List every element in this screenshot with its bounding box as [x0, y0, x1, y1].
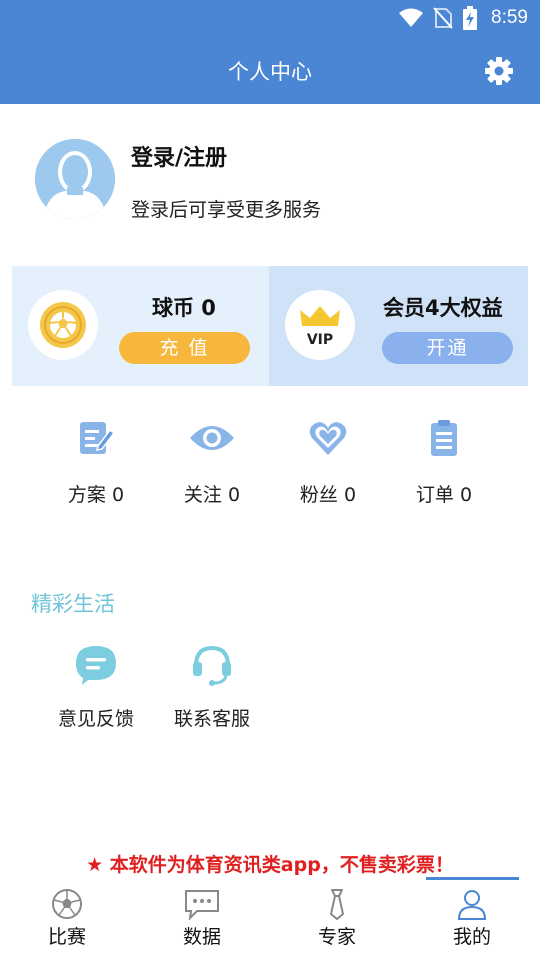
vip-card[interactable]: VIP 会员4大权益 开通 [269, 266, 528, 386]
status-time: 8:59 [491, 7, 528, 28]
profile-section[interactable]: 登录/注册 登录后可享受更多服务 [0, 104, 540, 264]
tab-data-label: 数据 [182, 926, 221, 948]
tab-matches-label: 比赛 [47, 926, 86, 948]
tab-data[interactable]: 数据 [147, 888, 257, 949]
chat-bubble-icon [185, 890, 219, 920]
tab-matches[interactable]: 比赛 [12, 888, 122, 949]
tab-mine[interactable]: 我的 [417, 888, 527, 949]
no-sim-icon [433, 7, 453, 29]
tab-experts[interactable]: 专家 [282, 888, 392, 949]
section-title: 精彩生活 [31, 592, 115, 616]
stat-follow[interactable]: 关注 0 [157, 418, 267, 507]
service-support-label: 联系客服 [173, 708, 250, 730]
service-feedback[interactable]: 意见反馈 [41, 644, 151, 731]
stat-fans[interactable]: 粉丝 0 [273, 418, 383, 507]
eye-icon [190, 426, 234, 450]
battery-charging-icon [463, 6, 478, 30]
stat-plan[interactable]: 方案 0 [41, 418, 151, 507]
stat-fans-label: 粉丝 0 [299, 484, 357, 506]
recharge-button[interactable]: 充 值 [119, 332, 250, 364]
services-row: 意见反馈 联系客服 [0, 644, 540, 744]
vip-logo: VIP [285, 290, 355, 360]
tab-experts-label: 专家 [317, 926, 356, 948]
coin-card[interactable]: 球币 0 充 值 [12, 266, 269, 386]
benefit-cards: 球币 0 充 值 VIP 会员4大权益 开通 [12, 266, 528, 386]
service-feedback-label: 意见反馈 [57, 708, 134, 730]
stat-follow-label: 关注 0 [183, 484, 241, 506]
status-icons: 8:59 [399, 6, 528, 30]
default-avatar-icon [35, 139, 115, 219]
stat-plan-label: 方案 0 [67, 484, 125, 506]
login-register-link[interactable]: 登录/注册 [131, 140, 227, 172]
tie-icon [330, 889, 344, 920]
page-title: 个人中心 [228, 60, 312, 84]
clipboard-icon [431, 420, 457, 456]
avatar[interactable] [35, 139, 115, 219]
settings-gear-icon[interactable] [484, 56, 514, 86]
disclaimer-notice: ★ 本软件为体育资讯类app，不售卖彩票！ [86, 854, 454, 876]
coin-logo [28, 290, 98, 360]
plan-icon [80, 422, 116, 454]
vip-benefits-title: 会员4大权益 [383, 296, 503, 320]
vip-logo-text: VIP [307, 332, 333, 348]
login-subtitle: 登录后可享受更多服务 [131, 199, 322, 221]
coin-balance: 球币 0 [152, 296, 216, 320]
open-vip-button[interactable]: 开通 [382, 332, 513, 364]
tab-mine-label: 我的 [452, 926, 491, 948]
active-tab-indicator [426, 877, 519, 880]
stat-orders[interactable]: 订单 0 [389, 418, 499, 507]
headset-icon [193, 645, 231, 686]
vip-crown-icon: VIP [300, 306, 340, 348]
stat-orders-label: 订单 0 [415, 484, 473, 506]
bottom-tab-bar: 比赛 数据 专家 我的 [0, 882, 540, 960]
person-icon [457, 890, 487, 920]
service-support[interactable]: 联系客服 [157, 644, 267, 731]
coin-icon [40, 302, 86, 348]
soccer-ball-icon [52, 889, 82, 919]
heart-icon [309, 422, 347, 455]
feedback-icon [76, 646, 116, 685]
app-header: 8:59 个人中心 [0, 0, 540, 104]
wifi-icon [399, 8, 424, 27]
status-bar: 8:59 [0, 0, 540, 36]
stats-row: 方案 0 关注 0 粉丝 0 订单 0 [0, 418, 540, 518]
